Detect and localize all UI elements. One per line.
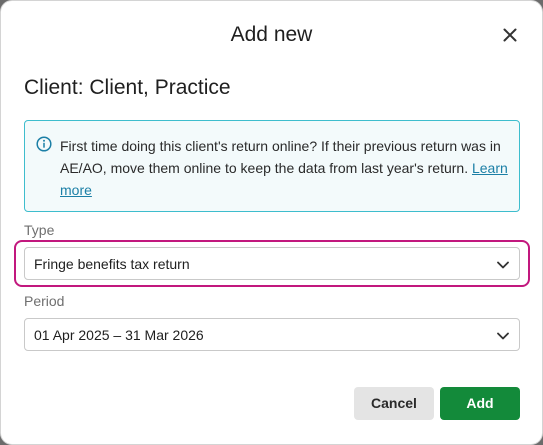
close-icon [503, 28, 517, 42]
client-heading: Client: Client, Practice [24, 76, 231, 99]
info-text: First time doing this client's return on… [60, 138, 501, 176]
dialog-title: Add new [230, 23, 313, 46]
period-label: Period [24, 293, 65, 309]
type-label: Type [24, 222, 55, 238]
info-icon [36, 136, 52, 152]
type-select[interactable]: Fringe benefits tax return [24, 247, 520, 280]
period-select[interactable]: 01 Apr 2025 – 31 Mar 2026 [24, 318, 520, 351]
chevron-down-icon [497, 261, 509, 269]
period-select-value: 01 Apr 2025 – 31 Mar 2026 [34, 327, 204, 343]
info-banner: First time doing this client's return on… [24, 120, 520, 212]
info-message: First time doing this client's return on… [60, 135, 510, 201]
type-select-value: Fringe benefits tax return [34, 256, 190, 272]
add-new-dialog: Add new Client: Client, Practice First t… [0, 0, 543, 445]
add-button[interactable]: Add [440, 387, 520, 420]
cancel-button[interactable]: Cancel [354, 387, 434, 420]
close-button[interactable] [500, 25, 520, 45]
chevron-down-icon [497, 332, 509, 340]
